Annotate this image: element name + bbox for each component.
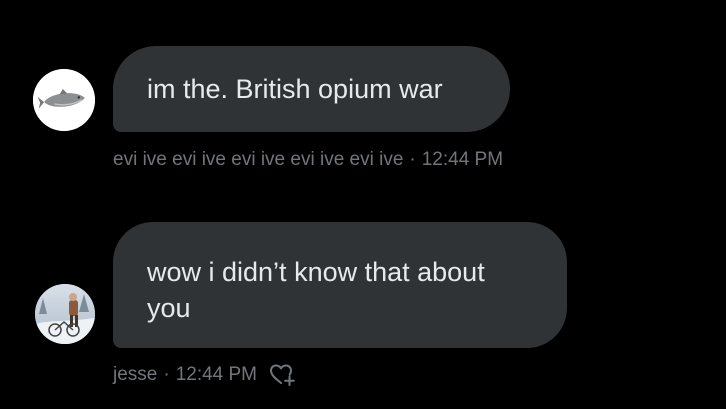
meta-separator: · xyxy=(409,149,416,170)
sender-avatar[interactable] xyxy=(33,69,95,131)
heart-plus-icon xyxy=(270,364,295,386)
add-reaction-button[interactable] xyxy=(269,363,297,387)
message-bubble[interactable]: wow i didn’t know that about you xyxy=(113,222,567,348)
sender-name: jesse xyxy=(113,364,158,385)
message-text: wow i didn’t know that about you xyxy=(147,257,485,323)
message-text: im the. British opium war xyxy=(147,74,443,104)
meta-separator: · xyxy=(163,364,170,385)
sender-avatar[interactable] xyxy=(35,284,95,344)
fish-icon xyxy=(33,69,95,131)
snow-photo-avatar xyxy=(35,284,95,344)
message-meta: jesse · 12:44 PM xyxy=(113,363,297,387)
message-bubble[interactable]: im the. British opium war xyxy=(113,46,510,132)
message-time: 12:44 PM xyxy=(175,364,258,385)
message-time: 12:44 PM xyxy=(421,149,504,170)
sender-name: evi ive evi ive evi ive evi ive evi ive xyxy=(113,149,404,170)
message-meta: evi ive evi ive evi ive evi ive evi ive … xyxy=(113,148,503,172)
